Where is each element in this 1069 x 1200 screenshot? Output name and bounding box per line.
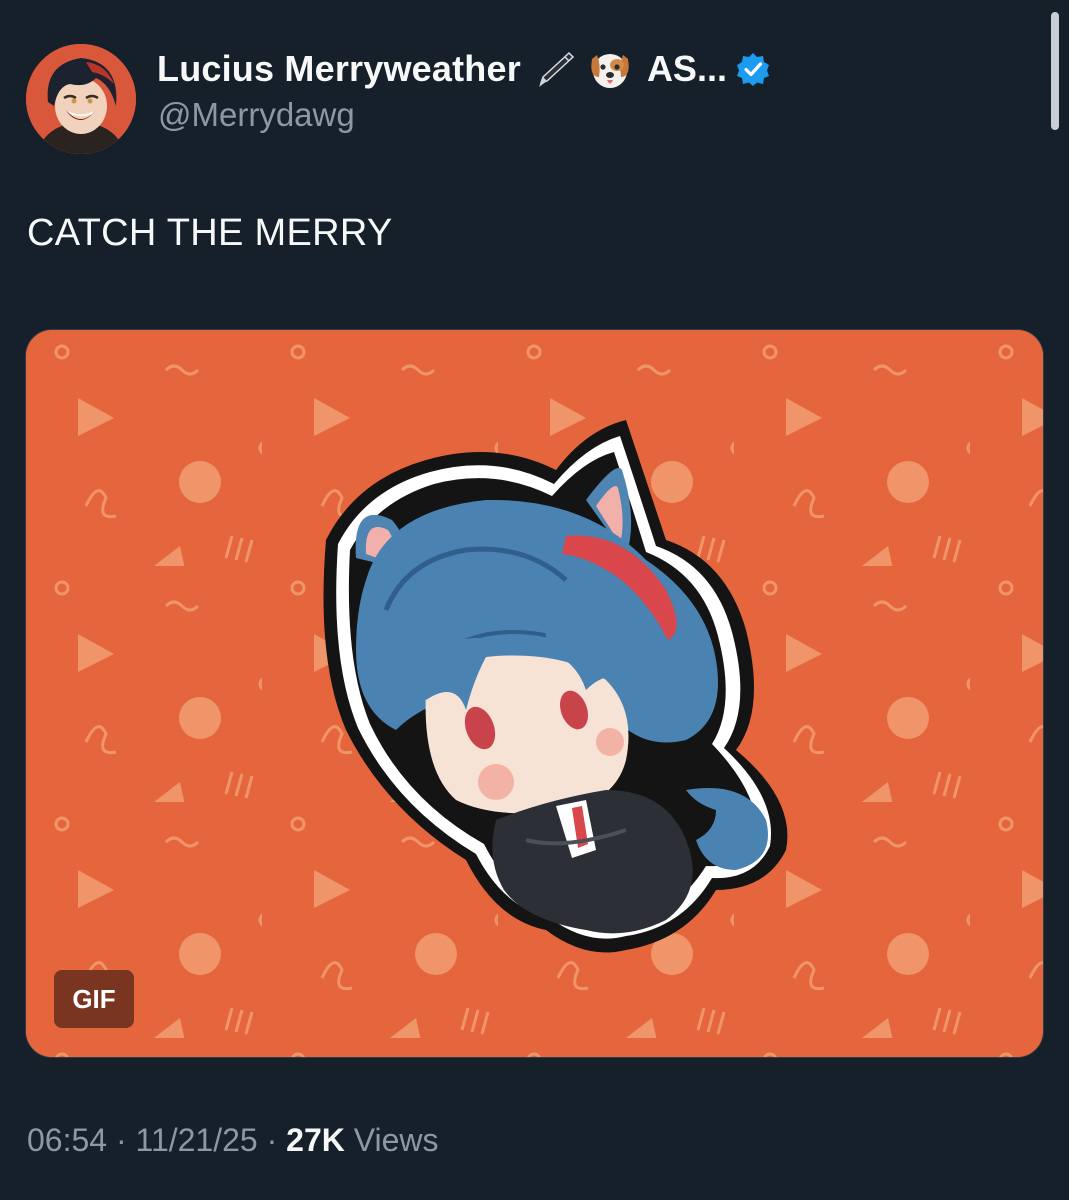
author-display-name[interactable]: Lucius Merryweather — [157, 48, 521, 90]
tweet-meta: 06:54 · 11/21/25 · 27K Views — [27, 1122, 439, 1159]
dog-face-icon — [587, 47, 633, 91]
fountain-pen-icon — [535, 49, 575, 89]
author-name-line[interactable]: Lucius Merryweather AS... — [157, 44, 771, 94]
author-name-suffix[interactable]: AS... — [647, 48, 727, 90]
gif-frame-image — [26, 330, 1043, 1057]
tweet-time[interactable]: 06:54 — [27, 1122, 107, 1158]
author-handle[interactable]: @Merrydawg — [158, 96, 355, 134]
views-label[interactable]: Views — [354, 1122, 439, 1158]
tweet-detail-screen: Lucius Merryweather AS... @Merrydawg CAT… — [0, 0, 1069, 1200]
gif-badge: GIF — [54, 970, 134, 1028]
verified-badge-icon[interactable] — [735, 51, 771, 87]
avatar[interactable] — [26, 44, 136, 154]
tweet-date[interactable]: 11/21/25 — [136, 1122, 258, 1158]
gif-media[interactable]: GIF — [26, 330, 1043, 1057]
meta-separator: · — [115, 1122, 127, 1158]
scrollbar[interactable] — [1051, 12, 1059, 130]
meta-separator: · — [266, 1122, 278, 1158]
avatar-image — [26, 44, 136, 154]
views-count[interactable]: 27K — [286, 1122, 345, 1158]
tweet-text: CATCH THE MERRY — [27, 212, 393, 254]
